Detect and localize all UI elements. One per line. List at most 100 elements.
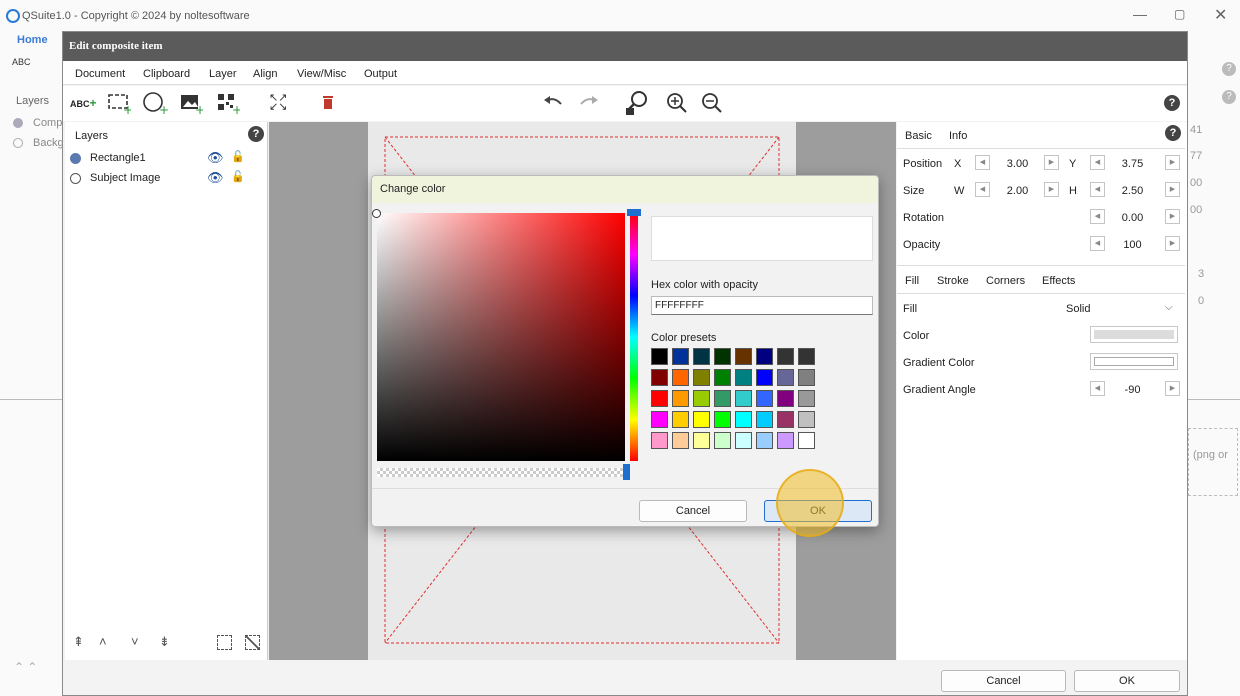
color-preset-swatch[interactable]: [672, 411, 689, 428]
tab-stroke[interactable]: Stroke: [937, 275, 969, 287]
chevron-down-icon[interactable]: ⌵: [1165, 302, 1173, 313]
w-decrement-button[interactable]: ◀: [975, 182, 990, 197]
color-preset-swatch[interactable]: [756, 369, 773, 386]
color-preset-swatch[interactable]: [651, 348, 668, 365]
add-rectangle-icon[interactable]: +: [107, 92, 131, 114]
select-all-icon[interactable]: [217, 635, 232, 650]
rotation-decrement-button[interactable]: ◀: [1090, 209, 1105, 224]
saturation-value-picker[interactable]: [372, 209, 625, 461]
tab-align[interactable]: Align: [253, 68, 277, 80]
undo-icon[interactable]: [542, 95, 564, 111]
color-preset-swatch[interactable]: [777, 432, 794, 449]
restore-button[interactable]: ▢: [1174, 7, 1185, 21]
help-icon[interactable]: ?: [1164, 95, 1180, 111]
color-preset-swatch[interactable]: [651, 432, 668, 449]
bg-layer-radio[interactable]: [13, 118, 23, 128]
y-value[interactable]: 3.75: [1110, 158, 1155, 170]
color-preset-swatch[interactable]: [714, 411, 731, 428]
color-preset-swatch[interactable]: [693, 411, 710, 428]
opacity-increment-button[interactable]: ▶: [1165, 236, 1180, 251]
move-bottom-icon[interactable]: ⇟: [159, 634, 170, 650]
hue-handle[interactable]: [627, 209, 641, 216]
color-preset-swatch[interactable]: [714, 432, 731, 449]
color-preset-swatch[interactable]: [735, 411, 752, 428]
fill-type-select[interactable]: Solid: [1066, 303, 1090, 315]
tab-output[interactable]: Output: [364, 68, 397, 80]
delete-icon[interactable]: [322, 94, 334, 110]
color-preset-swatch[interactable]: [798, 390, 815, 407]
color-preset-swatch[interactable]: [735, 390, 752, 407]
color-preset-swatch[interactable]: [798, 348, 815, 365]
tab-clipboard[interactable]: Clipboard: [143, 68, 190, 80]
x-increment-button[interactable]: ▶: [1044, 155, 1059, 170]
bg-layer-item[interactable]: Backg: [33, 137, 64, 149]
help-icon[interactable]: ?: [248, 126, 264, 142]
tab-view-misc[interactable]: View/Misc: [297, 68, 346, 80]
h-increment-button[interactable]: ▶: [1165, 182, 1180, 197]
x-value[interactable]: 3.00: [995, 158, 1040, 170]
editor-ok-button[interactable]: OK: [1074, 670, 1180, 692]
rotation-value[interactable]: 0.00: [1110, 212, 1155, 224]
angle-increment-button[interactable]: ▶: [1165, 381, 1180, 396]
color-preset-swatch[interactable]: [735, 369, 752, 386]
w-value[interactable]: 2.00: [995, 185, 1040, 197]
opacity-handle[interactable]: [623, 464, 630, 480]
color-preset-swatch[interactable]: [693, 390, 710, 407]
hex-input[interactable]: FFFFFFFF: [651, 296, 873, 315]
color-preset-swatch[interactable]: [714, 390, 731, 407]
deselect-icon[interactable]: [245, 635, 260, 650]
color-cancel-button[interactable]: Cancel: [639, 500, 747, 522]
minimize-button[interactable]: —: [1133, 6, 1147, 22]
opacity-value[interactable]: 100: [1110, 239, 1155, 251]
lock-icon[interactable]: 🔓: [231, 170, 245, 183]
fit-icon[interactable]: ↖↗ ↙↘: [269, 93, 287, 113]
editor-cancel-button[interactable]: Cancel: [941, 670, 1066, 692]
color-preset-swatch[interactable]: [714, 369, 731, 386]
color-preset-swatch[interactable]: [672, 390, 689, 407]
opacity-decrement-button[interactable]: ◀: [1090, 236, 1105, 251]
zoom-out-icon[interactable]: [701, 92, 723, 114]
move-up-icon[interactable]: ˄: [99, 634, 107, 649]
hue-slider[interactable]: [627, 209, 641, 461]
color-preset-swatch[interactable]: [651, 411, 668, 428]
color-preset-swatch[interactable]: [798, 432, 815, 449]
opacity-slider[interactable]: [377, 464, 630, 480]
bg-layer-item[interactable]: Comp: [33, 117, 62, 129]
help-icon[interactable]: ?: [1165, 125, 1181, 141]
layer-row[interactable]: Rectangle1 👁 🔓: [65, 148, 267, 168]
add-ellipse-icon[interactable]: +: [142, 91, 168, 115]
y-increment-button[interactable]: ▶: [1165, 155, 1180, 170]
color-preset-swatch[interactable]: [756, 432, 773, 449]
tab-effects[interactable]: Effects: [1042, 275, 1075, 287]
x-decrement-button[interactable]: ◀: [975, 155, 990, 170]
color-preset-swatch[interactable]: [693, 432, 710, 449]
tab-layer[interactable]: Layer: [209, 68, 237, 80]
visibility-eye-icon[interactable]: 👁: [207, 150, 224, 166]
tab-fill[interactable]: Fill: [905, 275, 919, 287]
move-top-icon[interactable]: ⇞: [73, 634, 84, 650]
bg-dropzone[interactable]: [1188, 428, 1238, 496]
color-preset-swatch[interactable]: [672, 432, 689, 449]
color-preset-swatch[interactable]: [672, 369, 689, 386]
bg-layer-radio[interactable]: [13, 138, 23, 148]
layer-radio[interactable]: [70, 173, 81, 184]
angle-decrement-button[interactable]: ◀: [1090, 381, 1105, 396]
zoom-in-icon[interactable]: [666, 92, 688, 114]
color-preset-swatch[interactable]: [651, 369, 668, 386]
home-tab[interactable]: Home: [17, 34, 48, 46]
tab-corners[interactable]: Corners: [986, 275, 1025, 287]
color-preset-swatch[interactable]: [693, 369, 710, 386]
redo-icon[interactable]: [578, 95, 600, 111]
layer-radio-selected[interactable]: [70, 153, 81, 164]
y-decrement-button[interactable]: ◀: [1090, 155, 1105, 170]
color-preset-swatch[interactable]: [798, 411, 815, 428]
gradient-angle-value[interactable]: -90: [1110, 384, 1155, 396]
color-preset-swatch[interactable]: [756, 348, 773, 365]
zoom-fit-icon[interactable]: [625, 90, 651, 116]
tab-document[interactable]: Document: [75, 68, 125, 80]
tab-info[interactable]: Info: [949, 130, 967, 142]
color-preset-swatch[interactable]: [735, 432, 752, 449]
add-image-icon[interactable]: +: [179, 92, 203, 114]
layer-row[interactable]: Subject Image 👁 🔓: [65, 168, 267, 188]
color-preset-swatch[interactable]: [756, 390, 773, 407]
